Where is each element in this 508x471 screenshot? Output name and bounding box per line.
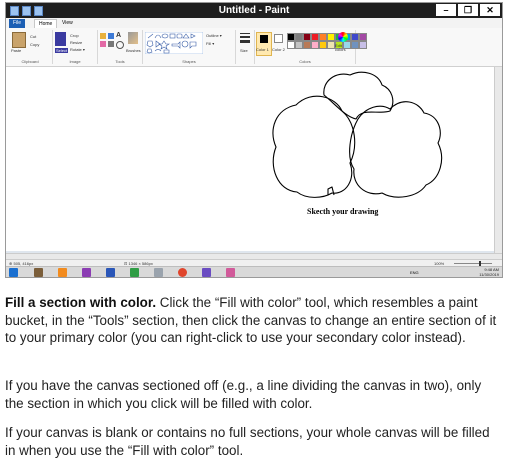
size-group: Size bbox=[236, 30, 255, 64]
tree-sketch: Skecth your drawing bbox=[272, 71, 443, 216]
colors-label: Colors bbox=[299, 59, 311, 64]
tree-blob-right bbox=[349, 101, 443, 198]
color-swatch[interactable] bbox=[287, 33, 295, 41]
color-swatch[interactable] bbox=[319, 41, 327, 49]
size-line bbox=[240, 40, 250, 43]
fill-bucket-icon[interactable] bbox=[108, 33, 114, 39]
edit-colors-label[interactable]: Edit colors bbox=[335, 44, 353, 52]
color-swatch[interactable] bbox=[295, 33, 303, 41]
minimize-button[interactable]: – bbox=[436, 4, 456, 16]
chrome-icon[interactable] bbox=[178, 268, 187, 277]
tools-group: A Brushes Tools bbox=[98, 30, 143, 64]
color-swatch[interactable] bbox=[295, 41, 303, 49]
paragraph-text: If you have the canvas sectioned off (e.… bbox=[5, 378, 482, 411]
color1-button[interactable] bbox=[256, 32, 272, 56]
app-icon[interactable] bbox=[226, 268, 235, 277]
pencil-icon[interactable] bbox=[100, 33, 106, 39]
cut-button[interactable]: Cut bbox=[30, 34, 36, 39]
canvas-caption: Skecth your drawing bbox=[307, 207, 378, 216]
color-swatch[interactable] bbox=[359, 41, 367, 49]
size-label[interactable]: Size bbox=[240, 48, 248, 53]
maximize-button[interactable]: ❐ bbox=[458, 4, 478, 16]
color-swatch[interactable] bbox=[303, 33, 311, 41]
fill-dropdown[interactable]: Fill ▾ bbox=[206, 41, 214, 46]
tab-view[interactable]: View bbox=[58, 19, 77, 28]
clock-date: 11/30/2019 bbox=[479, 271, 499, 277]
color-swatch[interactable] bbox=[319, 33, 327, 41]
clipboard-group: Paste Cut Copy Clipboard bbox=[8, 30, 53, 64]
rotate-button[interactable]: Rotate ▾ bbox=[70, 47, 85, 52]
paragraph-text: If your canvas is blank or contains no f… bbox=[5, 425, 490, 458]
paste-icon[interactable] bbox=[12, 32, 26, 48]
instruction-paragraph-3: If your canvas is blank or contains no f… bbox=[5, 424, 501, 459]
color2-swatch bbox=[273, 34, 283, 43]
drive-icon[interactable] bbox=[154, 268, 163, 277]
select-label[interactable]: Select bbox=[55, 48, 69, 53]
magnifier-icon[interactable] bbox=[116, 41, 124, 49]
window-title: Untitled - Paint bbox=[218, 5, 290, 16]
copy-button[interactable]: Copy bbox=[30, 42, 39, 47]
color2-label: Color 2 bbox=[272, 47, 285, 52]
vlc-icon[interactable] bbox=[58, 268, 67, 277]
eraser-icon[interactable] bbox=[100, 41, 106, 47]
clock[interactable]: 9:48 AM 11/30/2019 bbox=[479, 267, 499, 277]
color-swatch[interactable] bbox=[327, 41, 335, 49]
title-bar: Untitled - Paint – ❐ ✕ bbox=[6, 3, 502, 18]
size-line bbox=[240, 36, 250, 38]
image-label: Image bbox=[69, 59, 81, 64]
taskbar: ENG 9:48 AM 11/30/2019 bbox=[6, 266, 502, 277]
app-icon[interactable] bbox=[82, 268, 91, 277]
zoom-slider[interactable] bbox=[454, 263, 492, 264]
instruction-heading: Fill a section with color. bbox=[5, 295, 157, 310]
color-swatch[interactable] bbox=[311, 41, 319, 49]
resize-button[interactable]: Resize bbox=[70, 40, 82, 45]
canvas-area: Skecth your drawing bbox=[6, 67, 502, 253]
language-indicator[interactable]: ENG bbox=[410, 270, 419, 275]
ribbon-tabs: File Home View bbox=[6, 18, 502, 29]
tools-label: Tools bbox=[115, 59, 125, 64]
image-group: Select Crop Resize Rotate ▾ Image bbox=[53, 30, 98, 64]
shapes-group: Outline ▾ Fill ▾ Shapes bbox=[143, 30, 236, 64]
ribbon: Paste Cut Copy Clipboard Select Crop Res… bbox=[6, 28, 502, 67]
text-tool-icon[interactable]: A bbox=[116, 32, 121, 39]
color-swatch[interactable] bbox=[287, 41, 295, 49]
color-swatch[interactable] bbox=[311, 33, 319, 41]
drawing-canvas[interactable]: Skecth your drawing bbox=[6, 67, 494, 251]
select-icon[interactable] bbox=[55, 32, 66, 46]
explorer-icon[interactable] bbox=[34, 268, 43, 277]
instruction-paragraph-2: If you have the canvas sectioned off (e.… bbox=[5, 377, 501, 412]
tab-file[interactable]: File bbox=[9, 19, 26, 28]
outline-dropdown[interactable]: Outline ▾ bbox=[206, 33, 222, 38]
start-icon[interactable] bbox=[9, 268, 18, 277]
colors-group: Color 1 Color 2 Edit colors Colors bbox=[255, 30, 367, 64]
color1-swatch bbox=[260, 35, 268, 43]
tree-blob-top bbox=[323, 71, 394, 120]
clipboard-label: Clipboard bbox=[21, 59, 39, 64]
color-swatch[interactable] bbox=[351, 33, 359, 41]
close-button[interactable]: ✕ bbox=[480, 4, 500, 16]
shapes-label: Shapes bbox=[182, 59, 196, 64]
vertical-scrollbar[interactable] bbox=[494, 67, 502, 253]
instruction-paragraph-1: Fill a section with color. Click the “Fi… bbox=[5, 294, 501, 347]
color-swatch[interactable] bbox=[359, 33, 367, 41]
word-icon[interactable] bbox=[106, 268, 115, 277]
color1-label: Color 1 bbox=[256, 47, 269, 52]
edit-colors-icon[interactable] bbox=[338, 32, 348, 42]
shapes-gallery-icon[interactable] bbox=[145, 32, 203, 54]
color-picker-icon[interactable] bbox=[108, 41, 114, 47]
size-icon[interactable] bbox=[240, 33, 250, 34]
brushes-icon[interactable] bbox=[128, 32, 138, 44]
paste-label[interactable]: Paste bbox=[11, 48, 21, 53]
shield-icon[interactable] bbox=[130, 268, 139, 277]
color-swatch[interactable] bbox=[327, 33, 335, 41]
color-swatch[interactable] bbox=[303, 41, 311, 49]
crop-button[interactable]: Crop bbox=[70, 33, 79, 38]
paint-app-icon[interactable] bbox=[202, 268, 211, 277]
paint-screenshot: Untitled - Paint – ❐ ✕ File Home View Pa… bbox=[5, 2, 503, 278]
brushes-label[interactable]: Brushes bbox=[126, 48, 141, 53]
